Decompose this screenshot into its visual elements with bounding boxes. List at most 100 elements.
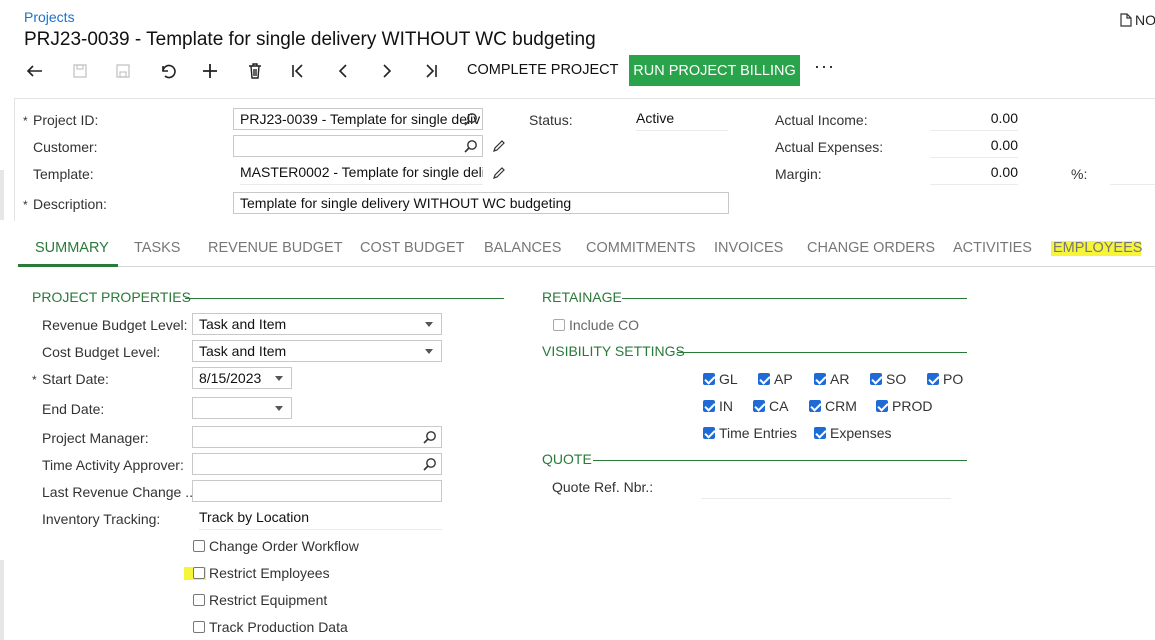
chevron-right-icon [383,64,392,78]
tab-change-orders[interactable]: CHANGE ORDERS [807,240,935,256]
edit-customer-pencil-icon[interactable] [492,139,506,153]
add-button[interactable] [197,58,223,84]
time-activity-approver-label: Time Activity Approver: [42,457,184,473]
checkbox-icon [553,319,565,331]
cost-budget-level-value: Task and Item [199,343,287,359]
start-date-picker[interactable]: 8/15/2023 [192,367,292,389]
restrict-equipment-checkbox[interactable]: Restrict Equipment [193,592,327,608]
description-label: Description: [33,196,107,212]
search-icon[interactable] [423,457,437,471]
tab-balances[interactable]: BALANCES [484,240,561,256]
visibility-po-checkbox[interactable]: PO [927,371,963,387]
visibility-prod-checkbox[interactable]: PROD [876,398,932,414]
quote-title: QUOTE [542,451,592,467]
status-label: Status: [529,112,573,128]
status-value: Active [636,108,728,131]
back-button[interactable] [22,58,48,84]
search-icon[interactable] [423,430,437,444]
visibility-expenses-checkbox[interactable]: Expenses [814,425,891,441]
search-icon[interactable] [464,139,478,153]
project-id-field[interactable]: PRJ23-0039 - Template for single deliv [233,108,483,130]
more-actions-button[interactable]: ··· [814,56,835,77]
cost-budget-level-select[interactable]: Task and Item [192,340,442,362]
checkbox-checked-icon [814,373,826,385]
visibility-settings-title: VISIBILITY SETTINGS [542,343,685,359]
restrict-employees-checkbox[interactable]: Restrict Employees [193,565,330,581]
start-date-label: Start Date: [42,371,109,387]
visibility-time-entries-checkbox[interactable]: Time Entries [703,425,797,441]
chevron-down-icon [275,406,283,411]
tab-invoices[interactable]: INVOICES [714,240,783,256]
tab-activities[interactable]: ACTIVITIES [953,240,1032,256]
visibility-ca-checkbox[interactable]: CA [753,398,788,414]
project-manager-label: Project Manager: [42,430,149,446]
end-date-picker[interactable] [192,397,292,419]
delete-button[interactable] [242,58,268,84]
tabs-divider [18,266,1155,267]
chevron-down-icon [425,349,433,354]
visibility-ap-checkbox[interactable]: AP [758,371,793,387]
undo-button[interactable] [154,58,180,84]
checkbox-icon [193,540,205,552]
tab-tasks[interactable]: TASKS [134,240,180,256]
breadcrumb-projects[interactable]: Projects [24,9,75,25]
previous-record-button[interactable] [330,58,356,84]
project-id-value: PRJ23-0039 - Template for single deliv [240,111,481,127]
next-record-button[interactable] [374,58,400,84]
last-record-button[interactable] [418,58,444,84]
cost-budget-level-label: Cost Budget Level: [42,344,161,360]
last-icon [426,64,437,78]
track-production-data-checkbox[interactable]: Track Production Data [193,619,348,635]
notes-button[interactable]: NO [1120,12,1155,28]
checkbox-checked-icon [758,373,770,385]
project-manager-field[interactable] [192,426,442,448]
required-mark: * [23,114,28,128]
save-button[interactable] [110,58,136,84]
revenue-budget-level-label: Revenue Budget Level: [42,317,188,333]
visibility-gl-checkbox[interactable]: GL [703,371,738,387]
tab-cost-budget[interactable]: COST BUDGET [360,240,464,256]
change-order-workflow-label: Change Order Workflow [209,538,359,554]
plus-icon [203,64,217,78]
margin-label: Margin: [775,166,822,182]
visibility-ar-label: AR [830,371,850,387]
save-and-close-button[interactable] [67,58,93,84]
edit-template-pencil-icon[interactable] [492,166,506,180]
checkbox-checked-icon [703,427,715,439]
actual-income-value: 0.00 [930,108,1018,131]
description-field[interactable]: Template for single delivery WITHOUT WC … [233,192,729,214]
visibility-crm-checkbox[interactable]: CRM [809,398,857,414]
tab-employees[interactable]: EMPLOYEES [1053,240,1142,256]
back-arrow-icon [26,65,42,77]
margin-value: 0.00 [930,162,1018,185]
tab-summary[interactable]: SUMMARY [35,240,109,256]
customer-field[interactable] [233,135,483,157]
actual-income-label: Actual Income: [775,112,868,128]
track-production-data-label: Track Production Data [209,619,348,635]
complete-project-button[interactable]: COMPLETE PROJECT [467,62,618,78]
last-revenue-change-label: Last Revenue Change ... [42,484,197,500]
last-revenue-change-field[interactable] [192,480,442,502]
run-project-billing-button[interactable]: RUN PROJECT BILLING [629,55,800,86]
checkbox-checked-icon [703,400,715,412]
checkbox-icon [193,594,205,606]
search-icon[interactable] [464,112,478,126]
revenue-budget-level-select[interactable]: Task and Item [192,313,442,335]
tab-revenue-budget[interactable]: REVENUE BUDGET [208,240,343,256]
change-order-workflow-checkbox[interactable]: Change Order Workflow [193,538,359,554]
visibility-crm-label: CRM [825,398,857,414]
time-activity-approver-field[interactable] [192,453,442,475]
retainage-rule [622,298,967,299]
project-properties-title: PROJECT PROPERTIES [32,289,191,305]
include-co-checkbox[interactable]: Include CO [553,317,639,333]
visibility-in-checkbox[interactable]: IN [703,398,733,414]
customer-label: Customer: [33,139,98,155]
visibility-so-checkbox[interactable]: SO [870,371,906,387]
visibility-ar-checkbox[interactable]: AR [814,371,849,387]
checkbox-checked-icon [814,427,826,439]
tab-commitments[interactable]: COMMITMENTS [586,240,696,256]
first-record-button[interactable] [285,58,311,84]
margin-percent-value [1110,162,1155,185]
checkbox-checked-icon [809,400,821,412]
page-title: PRJ23-0039 - Template for single deliver… [24,29,596,50]
